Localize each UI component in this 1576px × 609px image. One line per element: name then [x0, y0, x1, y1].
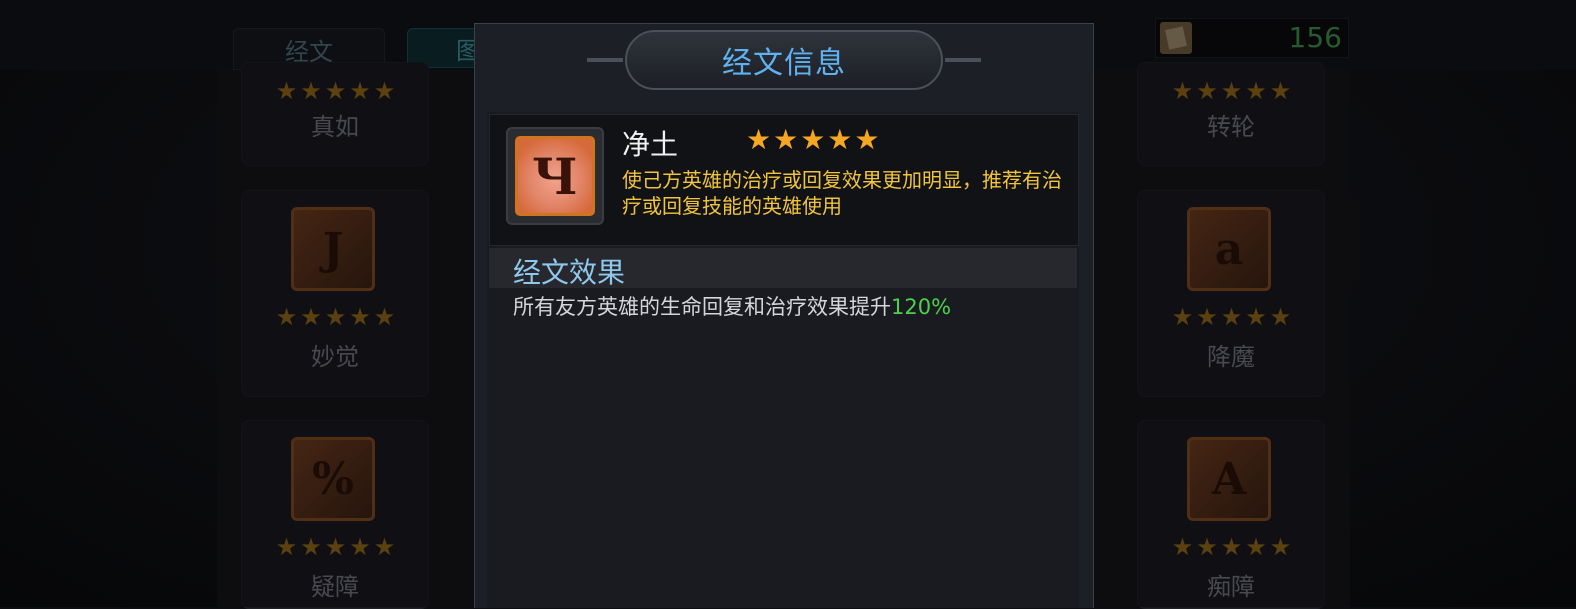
scripture-info-dialog: 经文信息 Ч 净土 ★★★★★ 使己方英雄的治疗或回复效果更加明显，推荐有治疗或… [474, 23, 1094, 608]
effect-value: 120% [891, 295, 952, 319]
item-info-box: Ч 净土 ★★★★★ 使己方英雄的治疗或回复效果更加明显，推荐有治疗或回复技能的… [489, 114, 1079, 246]
section-title: 经文效果 [513, 256, 626, 289]
effect-description: 所有友方英雄的生命回复和治疗效果提升120% [513, 291, 951, 321]
item-icon-frame: Ч [506, 127, 604, 225]
dialog-title-banner: 经文信息 [587, 30, 981, 90]
item-description: 使己方英雄的治疗或回复效果更加明显，推荐有治疗或回复技能的英雄使用 [622, 168, 1062, 218]
effect-section-header: 经文效果 [489, 248, 1077, 289]
item-name: 净土 [622, 128, 679, 161]
effect-text: 所有友方英雄的生命回复和治疗效果提升 [513, 295, 891, 319]
star-rating: ★★★★★ [746, 123, 882, 156]
sanskrit-rune-icon: Ч [515, 136, 595, 216]
dialog-title: 经文信息 [722, 46, 846, 81]
